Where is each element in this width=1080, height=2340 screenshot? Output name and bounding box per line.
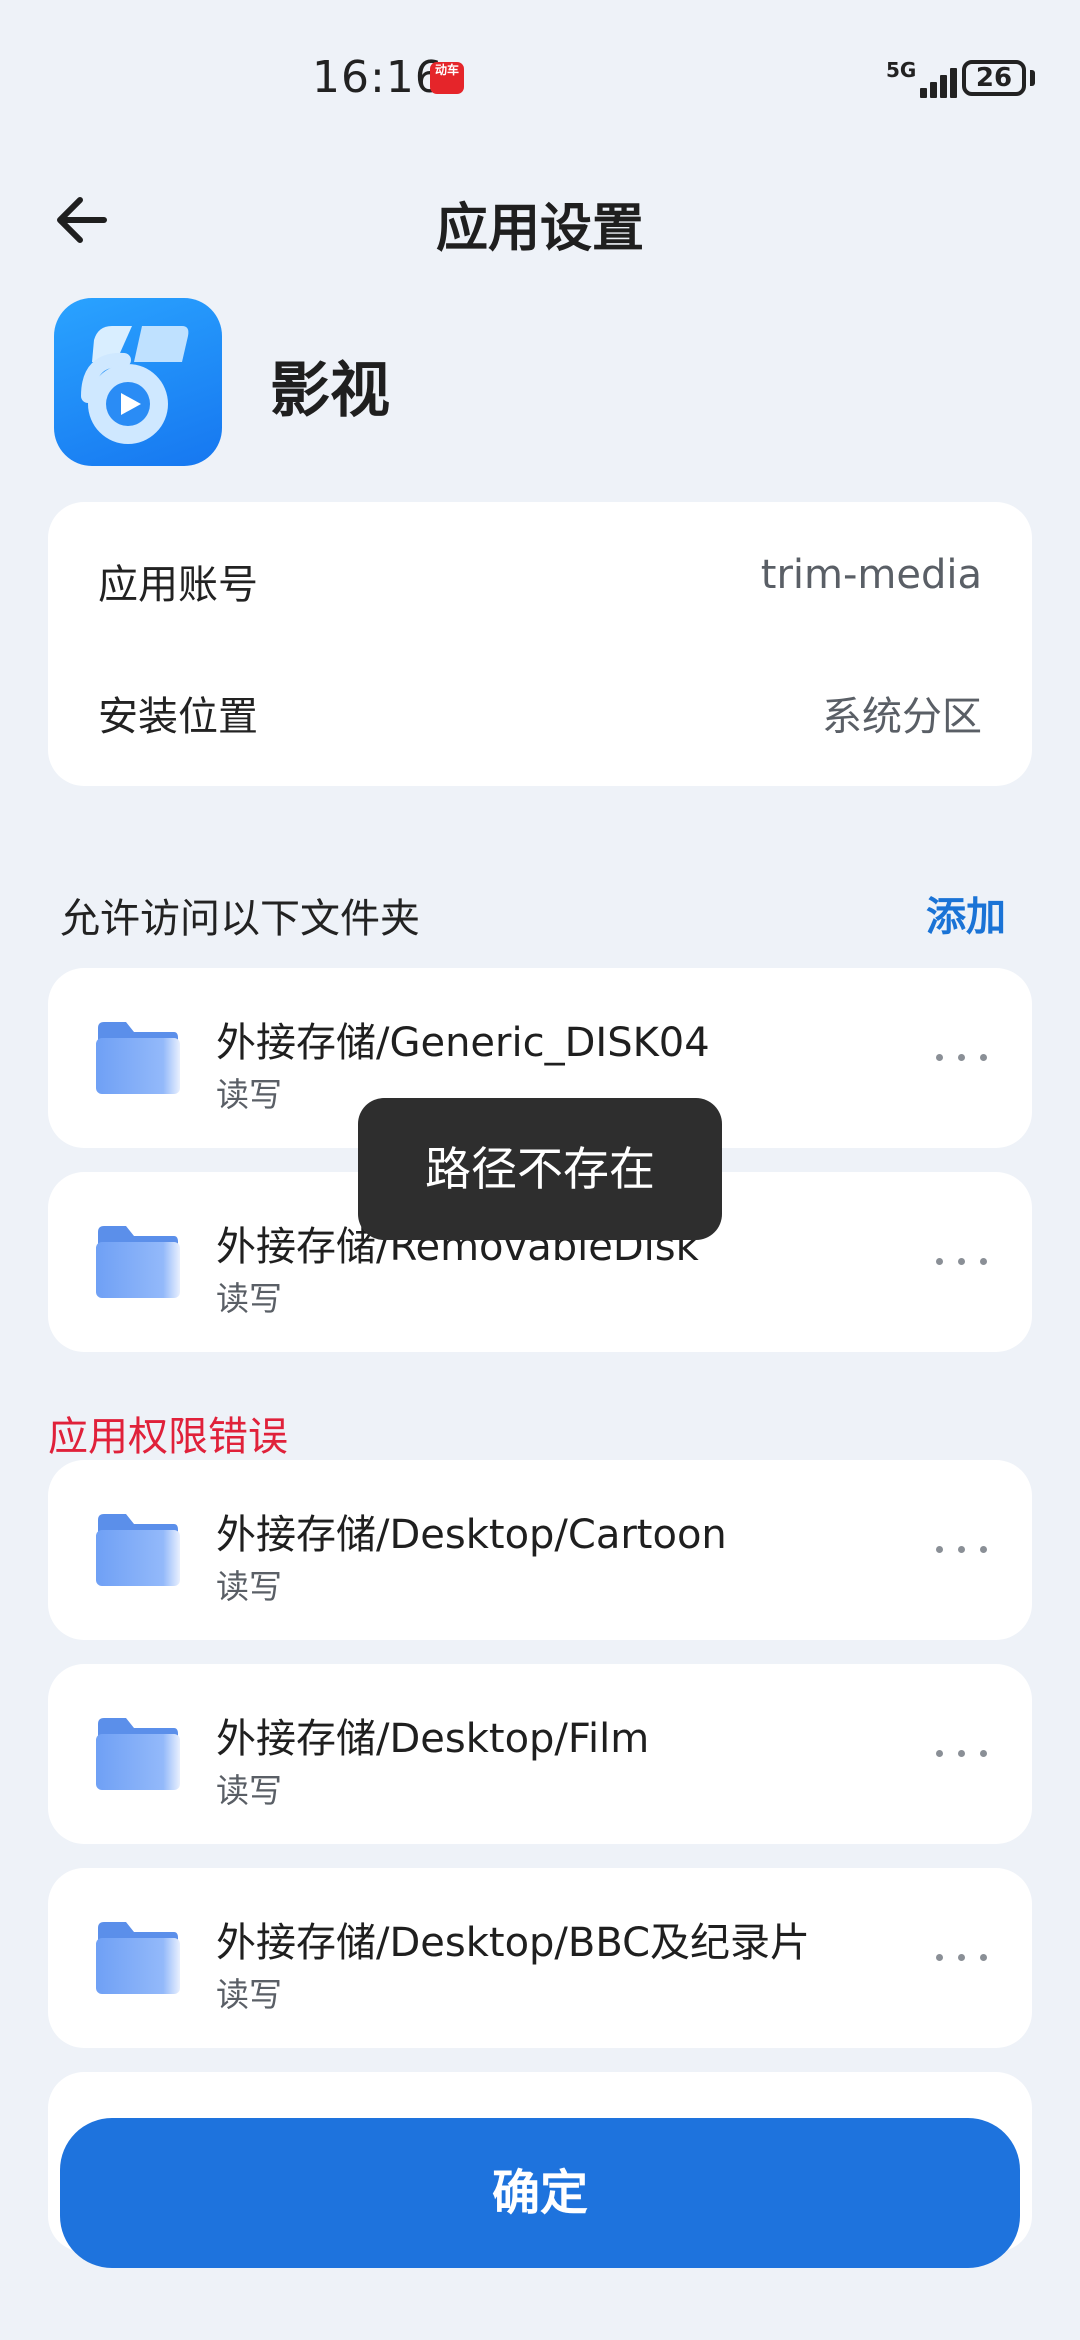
folder-icon <box>96 1022 180 1094</box>
folder-path: 外接存储/Generic_DISK04 <box>216 1020 710 1066</box>
folder-path: 外接存储/Desktop/Cartoon <box>216 1512 727 1558</box>
network-type: 5G <box>886 58 917 82</box>
account-value: trim-media <box>760 552 982 598</box>
more-options-icon[interactable] <box>932 1040 992 1076</box>
allowed-folders-title: 允许访问以下文件夹 <box>60 896 420 942</box>
account-label: 应用账号 <box>98 562 258 608</box>
folder-permission: 读写 <box>216 1567 282 1606</box>
folder-item[interactable]: 外接存储/Desktop/Film 读写 <box>48 1664 1032 1844</box>
signal-icon <box>920 62 968 98</box>
toast-message: 路径不存在 <box>358 1098 722 1240</box>
folder-icon <box>96 1226 180 1298</box>
battery-tip <box>1030 70 1035 86</box>
page-title: 应用设置 <box>435 199 644 259</box>
more-options-icon[interactable] <box>932 1244 992 1280</box>
more-options-icon[interactable] <box>932 1532 992 1568</box>
app-name: 影视 <box>270 356 390 426</box>
install-location-value: 系统分区 <box>822 694 982 740</box>
folder-permission: 读写 <box>216 1975 282 2014</box>
train-badge-icon: 动车 <box>430 62 464 94</box>
more-options-icon[interactable] <box>932 1736 992 1772</box>
folder-item[interactable]: 外接存储/Desktop/BBC及纪录片 读写 <box>48 1868 1032 2048</box>
install-location-label: 安装位置 <box>98 694 258 740</box>
permission-error-title: 应用权限错误 <box>48 1414 288 1460</box>
folder-permission: 读写 <box>216 1075 282 1114</box>
folder-icon <box>96 1514 180 1586</box>
more-options-icon[interactable] <box>932 1940 992 1976</box>
folder-path: 外接存储/Desktop/Film <box>216 1716 650 1762</box>
folder-icon <box>96 1922 180 1994</box>
status-time: 16:16 <box>312 52 444 103</box>
film-play-app-icon <box>54 298 222 466</box>
app-info-card <box>48 502 1032 786</box>
folder-permission: 读写 <box>216 1279 282 1318</box>
folder-icon <box>96 1718 180 1790</box>
folder-permission: 读写 <box>216 1771 282 1810</box>
folder-item[interactable]: 外接存储/Desktop/Cartoon 读写 <box>48 1460 1032 1640</box>
battery-icon: 26 <box>962 60 1026 96</box>
confirm-button[interactable]: 确定 <box>60 2118 1020 2268</box>
folder-path: 外接存储/Desktop/BBC及纪录片 <box>216 1920 811 1966</box>
add-folder-button[interactable]: 添加 <box>926 884 1006 942</box>
